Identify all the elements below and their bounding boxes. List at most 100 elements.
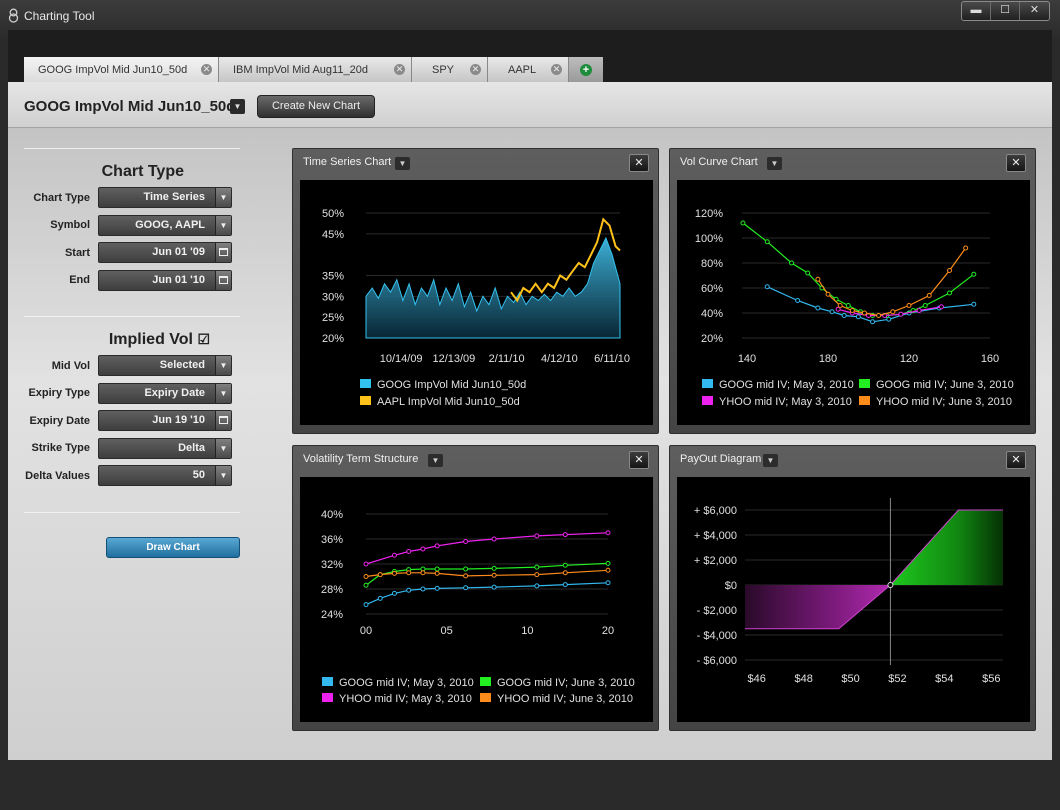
calendar-icon[interactable] — [215, 270, 231, 290]
symbol-select[interactable]: GOOG, AAPL ▼ — [98, 214, 232, 236]
section-title: Implied Vol — [108, 331, 193, 348]
data-point — [534, 564, 540, 570]
legend-swatch — [480, 677, 491, 686]
chevron-down-icon[interactable]: ▼ — [428, 454, 443, 467]
tab-spy[interactable]: SPY ✕ — [412, 57, 488, 82]
data-point — [406, 587, 412, 593]
delta-values-select[interactable]: 50 ▼ — [98, 465, 232, 487]
chevron-down-icon[interactable]: ▼ — [767, 157, 782, 170]
chevron-down-icon[interactable]: ▼ — [763, 454, 778, 467]
data-point — [491, 584, 497, 590]
data-point — [764, 284, 770, 290]
data-point — [825, 291, 831, 297]
close-icon[interactable]: ✕ — [1006, 451, 1026, 469]
x-tick-label: 160 — [981, 353, 999, 365]
y-tick-label: + $4,000 — [694, 530, 737, 542]
chevron-down-icon[interactable]: ▼ — [215, 215, 231, 235]
add-tab-button[interactable]: + — [569, 57, 603, 82]
calendar-icon[interactable] — [215, 243, 231, 263]
field-label: Symbol — [50, 219, 90, 232]
field-value: 50 — [192, 469, 205, 482]
legend-swatch — [859, 379, 870, 388]
data-point — [947, 290, 952, 296]
data-point — [534, 572, 540, 578]
chevron-down-icon[interactable]: ▼ — [215, 356, 231, 376]
chevron-down-icon[interactable]: ▼ — [230, 99, 245, 114]
legend-label: YHOO mid IV; June 3, 2010 — [497, 693, 633, 705]
data-point — [861, 310, 867, 316]
close-icon[interactable]: ✕ — [470, 64, 481, 75]
panel-title: Vol Curve Chart — [680, 156, 758, 168]
tab-aapl[interactable]: AAPL ✕ — [488, 57, 569, 82]
data-point — [870, 319, 876, 325]
data-point — [947, 268, 952, 273]
chart-type-select[interactable]: Time Series ▼ — [98, 187, 232, 209]
tab-label: AAPL — [508, 63, 537, 76]
tab-goog[interactable]: GOOG ImpVol Mid Jun10_50d ✕ — [24, 57, 219, 82]
x-tick-label: $52 — [888, 673, 906, 685]
close-icon[interactable]: ✕ — [629, 154, 649, 172]
data-point — [906, 303, 912, 308]
maximize-button[interactable]: ☐ — [991, 2, 1020, 20]
chart-area: 120% 100% 80% 60% 40% 20% 140 180 120 160 GOOG mid… — [677, 180, 1030, 425]
expiry-date-field[interactable]: Jun 19 '10 — [98, 410, 232, 432]
x-tick-label: $54 — [935, 673, 953, 685]
x-tick-label: 120 — [900, 353, 918, 365]
close-window-button[interactable]: ✕ — [1020, 2, 1049, 20]
delta-values-row: Delta Values 50 ▼ — [24, 462, 240, 490]
y-tick-label: - $4,000 — [697, 630, 737, 642]
data-point — [740, 220, 746, 226]
draw-chart-button[interactable]: Draw Chart — [106, 536, 240, 558]
x-tick-label: 20 — [602, 625, 614, 637]
data-point — [420, 586, 426, 592]
chevron-down-icon[interactable]: ▼ — [215, 466, 231, 486]
end-date-field[interactable]: Jun 01 '10 — [98, 269, 232, 291]
data-point — [815, 276, 821, 282]
close-icon[interactable]: ✕ — [201, 64, 212, 75]
calendar-icon[interactable] — [215, 411, 231, 431]
data-point — [916, 308, 922, 313]
close-icon[interactable]: ✕ — [551, 64, 562, 75]
strike-type-select[interactable]: Delta ▼ — [98, 437, 232, 459]
checkbox-icon[interactable]: ☑ — [197, 331, 210, 347]
tab-label: SPY — [432, 63, 455, 76]
close-icon[interactable]: ✕ — [394, 64, 405, 75]
panel-title: Volatility Term Structure — [303, 453, 419, 465]
chevron-down-icon[interactable]: ▼ — [215, 438, 231, 458]
data-point — [837, 303, 843, 308]
chevron-down-icon[interactable]: ▼ — [215, 383, 231, 403]
start-row: Start Jun 01 '09 — [24, 239, 240, 267]
expiry-type-select[interactable]: Expiry Date ▼ — [98, 382, 232, 404]
divider — [24, 511, 240, 513]
close-icon[interactable]: ✕ — [629, 451, 649, 469]
data-point — [963, 245, 969, 251]
legend-label: YHOO mid IV; May 3, 2010 — [339, 693, 472, 705]
minimize-button[interactable]: ▬ — [962, 2, 991, 20]
y-tick-label: 20% — [701, 333, 723, 345]
tab-label: IBM ImpVol Mid Aug11_20d — [233, 63, 368, 76]
field-label: Expiry Date — [29, 414, 90, 427]
time-series-panel: Time Series Chart ▼ ✕ 50% 45% 35% 30% 25% 20%… — [292, 148, 659, 434]
expiry-type-row: Expiry Type Expiry Date ▼ — [24, 380, 240, 408]
data-point — [363, 574, 369, 579]
data-point — [491, 572, 497, 578]
chevron-down-icon[interactable]: ▼ — [215, 188, 231, 208]
data-point — [938, 304, 944, 310]
expiry-date-row: Expiry Date Jun 19 '10 — [24, 407, 240, 435]
start-date-field[interactable]: Jun 01 '09 — [98, 242, 232, 264]
data-point — [971, 271, 977, 277]
title-bar: Charting Tool ▬ ☐ ✕ — [0, 0, 1060, 30]
chart-area: 50% 45% 35% 30% 25% 20% 10/14/09 12/13/09 2/11/1… — [300, 180, 653, 425]
y-tick-label: 80% — [701, 258, 723, 270]
chevron-down-icon[interactable]: ▼ — [395, 157, 410, 170]
field-value: Jun 19 '10 — [152, 414, 205, 427]
series-line — [365, 532, 609, 565]
mid-vol-select[interactable]: Selected ▼ — [98, 355, 232, 377]
legend-swatch — [322, 693, 333, 702]
tab-ibm[interactable]: IBM ImpVol Mid Aug11_20d ✕ — [219, 57, 412, 82]
data-point — [855, 314, 861, 320]
create-new-chart-button[interactable]: Create New Chart — [257, 95, 375, 118]
close-icon[interactable]: ✕ — [1006, 154, 1026, 172]
symbol-row: Symbol GOOG, AAPL ▼ — [24, 212, 240, 240]
mid-vol-row: Mid Vol Selected ▼ — [24, 352, 240, 380]
